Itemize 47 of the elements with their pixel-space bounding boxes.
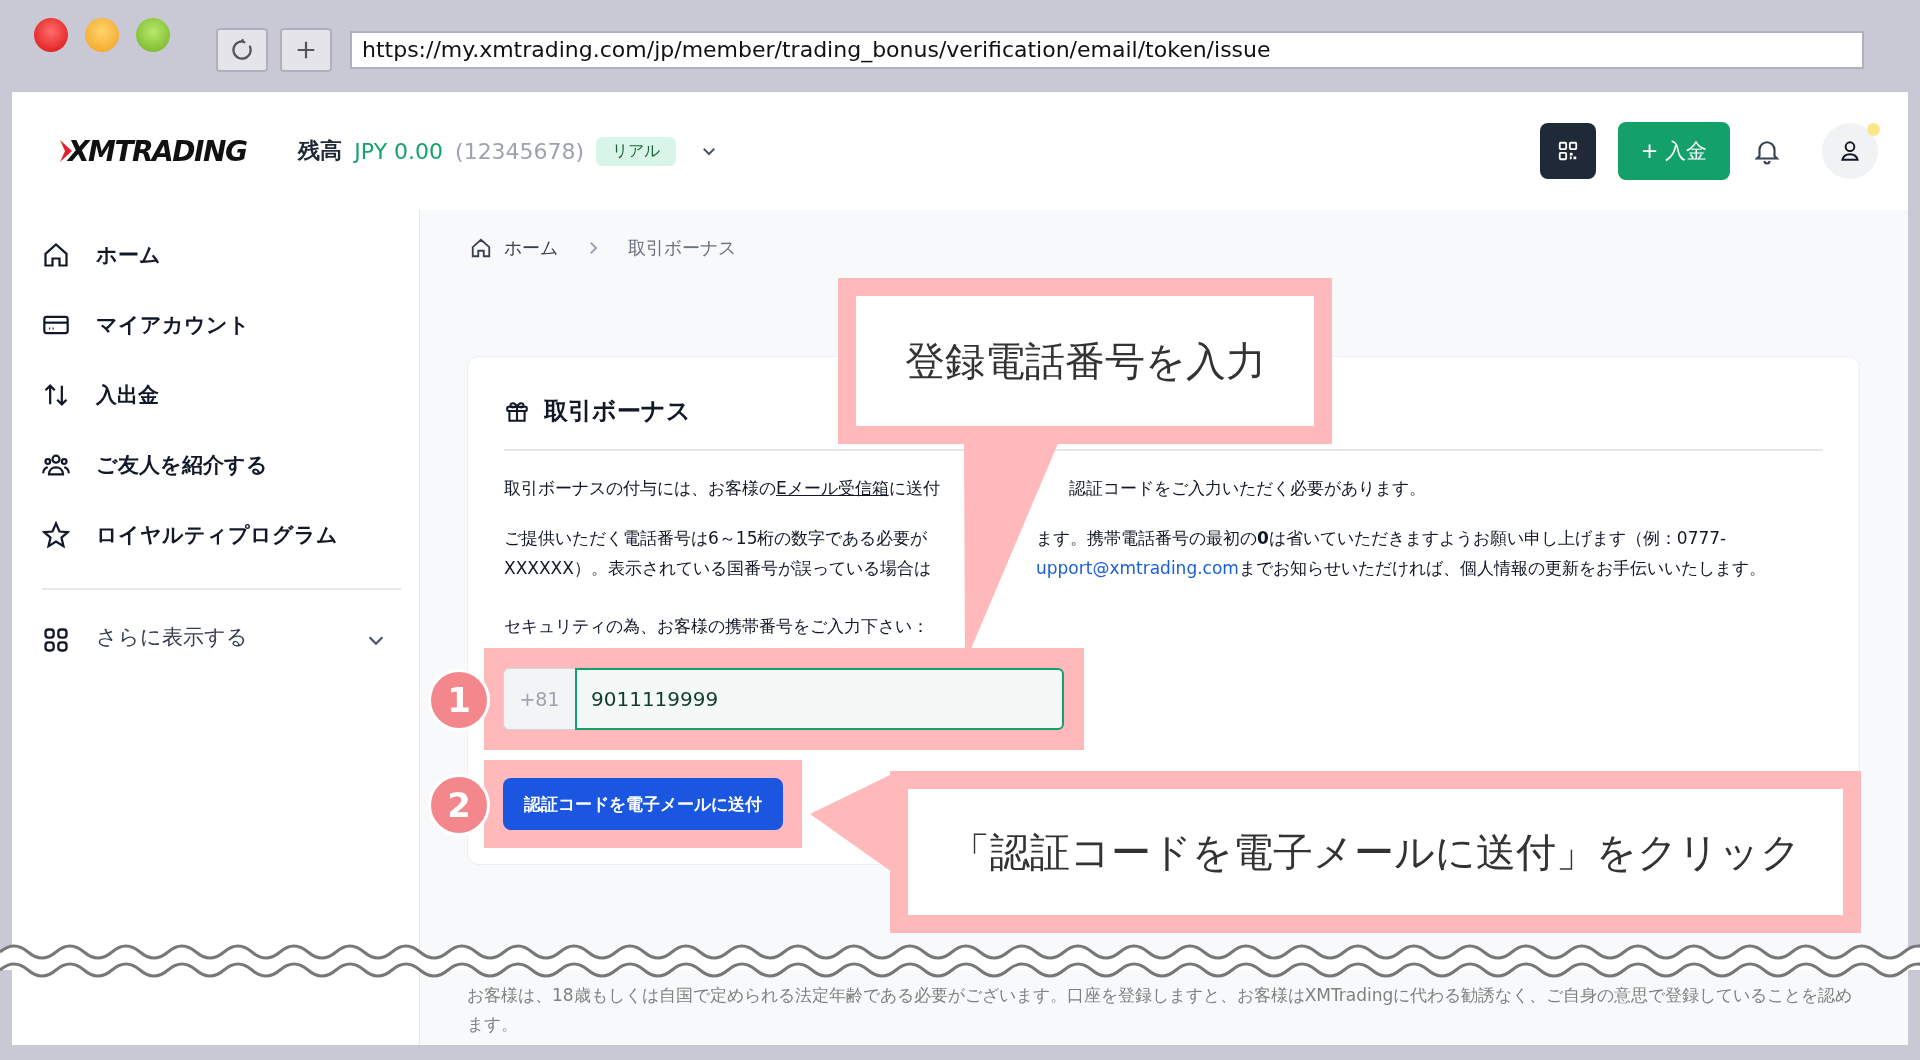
paragraph-text: に送付	[888, 478, 940, 498]
callout-text: 「認証コードを電子メールに送付」をクリック	[950, 827, 1801, 877]
sidebar-item[interactable]: ご友人を紹介する	[42, 430, 401, 500]
home-icon	[42, 241, 70, 269]
paragraph-text: ご提供いただく電話番号は6～15桁の数字である必要が	[504, 528, 928, 548]
sidebar-item[interactable]: ホーム	[42, 220, 401, 290]
paragraph-text: XXXXXX）。表示されている国番号が誤っている場合は	[504, 558, 931, 578]
footer-text: お客様は、18歳もしくは自国で定められる法定年齢である必要がございます。口座を登録しますと、お客様はXMTradingに代わる勧誘なく、ご自身の意思で登録していることを認めます。	[467, 984, 1854, 1036]
country-code: +81	[503, 668, 575, 730]
star-icon	[42, 521, 70, 549]
home-icon[interactable]	[470, 237, 492, 259]
logo[interactable]: XMTRADING	[58, 134, 247, 168]
step-number: 1	[428, 669, 490, 731]
breadcrumb-link[interactable]: ホーム	[504, 236, 558, 260]
card-title: 取引ボーナス	[544, 396, 691, 427]
grid-icon	[42, 626, 70, 654]
paragraph-text: ます。携帯電話番号の最初の0は省いていただきますようお願い申し上げます（例：0777-	[1036, 528, 1727, 548]
reload-icon	[229, 37, 255, 63]
sidebar-item[interactable]: マイアカウント	[42, 290, 401, 360]
callout-text: 登録電話番号を入力	[904, 336, 1266, 386]
notification-dot	[1867, 123, 1880, 136]
balance-amount: JPY 0.00	[354, 138, 444, 164]
up-down-arrows-icon	[42, 381, 70, 409]
new-tab-button[interactable]	[280, 28, 332, 72]
step-number: 2	[428, 774, 490, 836]
send-code-button[interactable]: 認証コードを電子メールに送付	[503, 778, 783, 830]
account-type-badge: リアル	[596, 136, 677, 166]
balance-label: 残高	[298, 137, 343, 165]
address-bar[interactable]: https://my.xmtrading.com/jp/member/trading_bonus/verification/email/token/issue	[350, 31, 1864, 69]
account-number: (12345678)	[455, 138, 585, 164]
close-window-button[interactable]	[34, 18, 68, 52]
phone-label: セキュリティの為、お客様の携帯番号をご入力下さい：	[504, 615, 930, 638]
paragraph-text: までお知らせいただければ、個人情報の更新をお手伝いいたします。	[1238, 558, 1766, 578]
inbox-link[interactable]: Eメール受信箱	[776, 478, 889, 498]
phone-field[interactable]: 9011119999	[575, 668, 1064, 730]
breadcrumb-link[interactable]: 取引ボーナス	[628, 236, 736, 260]
user-avatar-button[interactable]	[1822, 123, 1878, 179]
paragraph-text: 認証コードをご入力いただく必要があります。	[1069, 478, 1426, 498]
sidebar-item[interactable]: 入出金	[42, 360, 401, 430]
show-more-item[interactable]: さらに表示する	[42, 605, 401, 675]
qr-code-icon	[1557, 140, 1579, 162]
qr-code-button[interactable]	[1540, 123, 1596, 179]
plus-icon	[295, 39, 317, 61]
reload-button[interactable]	[216, 28, 268, 72]
email-link[interactable]: upport@xmtrading.com	[1036, 558, 1239, 578]
paragraph-text: 取引ボーナスの付与には、お客様の	[504, 478, 776, 498]
sidebar-item[interactable]: ロイヤルティプログラム	[42, 500, 401, 570]
